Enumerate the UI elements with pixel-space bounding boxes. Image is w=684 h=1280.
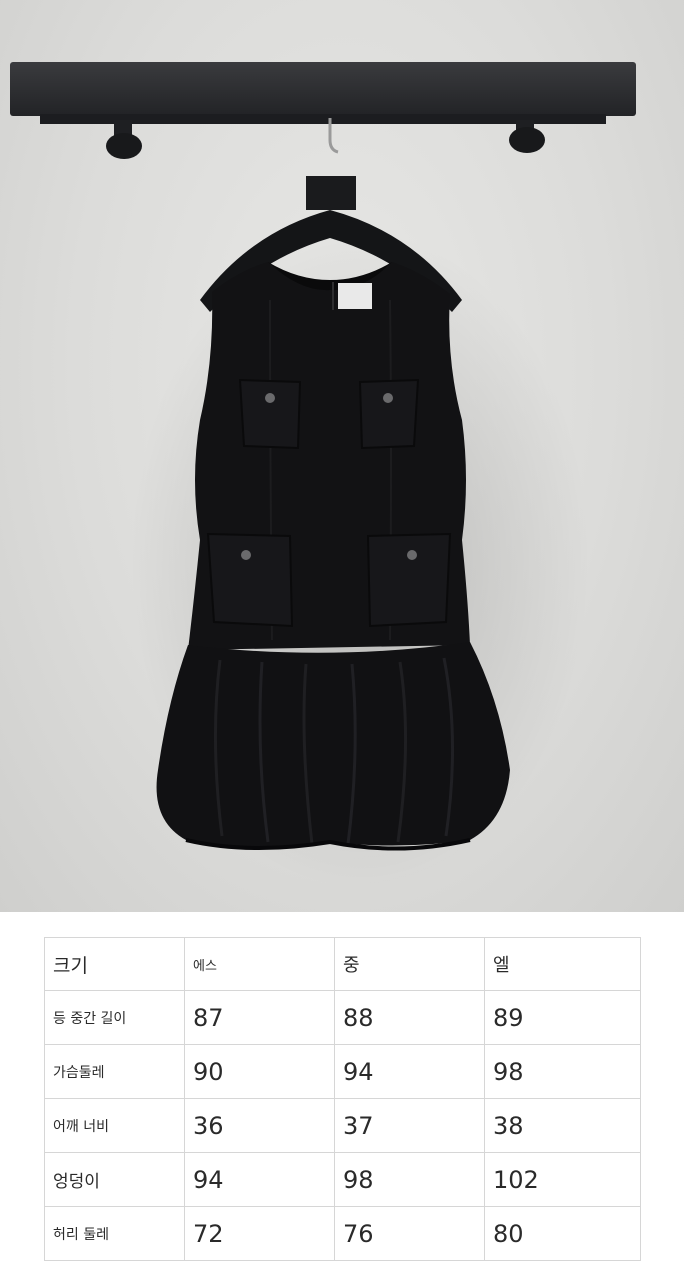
table-cell: 89: [484, 990, 641, 1045]
table-cell: 88: [334, 990, 485, 1045]
table-cell: 72: [184, 1206, 335, 1261]
table-cell: 102: [484, 1152, 641, 1207]
table-cell: 76: [334, 1206, 485, 1261]
row-label-waist: 허리 둘레: [44, 1206, 185, 1261]
table-cell: 90: [184, 1044, 335, 1099]
table-cell: 98: [334, 1152, 485, 1207]
table-cell: 80: [484, 1206, 641, 1261]
row-label-hip: 엉덩이: [44, 1152, 185, 1207]
table-row: 허리 둘레 72 76 80: [44, 1206, 641, 1261]
wall-rack: [10, 62, 636, 159]
table-row: 등 중간 길이 87 88 89: [44, 990, 641, 1045]
table-cell: 37: [334, 1098, 485, 1153]
dress-photo-illustration: [10, 62, 636, 890]
table-cell: 98: [484, 1044, 641, 1099]
size-table: 크기 에스 중 엘 등 중간 길이 87 88 89 가슴둘레 90 94 98…: [44, 937, 641, 1261]
table-cell: 87: [184, 990, 335, 1045]
product-photo: [0, 0, 684, 912]
table-row: 가슴둘레 90 94 98: [44, 1044, 641, 1099]
size-table-title: 크기: [44, 937, 185, 991]
size-header-l: 엘: [484, 937, 641, 991]
size-header-m: 중: [334, 937, 485, 991]
table-cell: 36: [184, 1098, 335, 1153]
row-label-shoulder: 어깨 너비: [44, 1098, 185, 1153]
size-header-s: 에스: [184, 937, 335, 991]
table-row: 어깨 너비 36 37 38: [44, 1098, 641, 1153]
size-table-header-row: 크기 에스 중 엘: [44, 937, 641, 991]
row-label-chest: 가슴둘레: [44, 1044, 185, 1099]
table-cell: 94: [334, 1044, 485, 1099]
size-chart: 크기 에스 중 엘 등 중간 길이 87 88 89 가슴둘레 90 94 98…: [44, 937, 641, 1261]
table-cell: 94: [184, 1152, 335, 1207]
table-row: 엉덩이 94 98 102: [44, 1152, 641, 1207]
row-label-back-length: 등 중간 길이: [44, 990, 185, 1045]
table-cell: 38: [484, 1098, 641, 1153]
